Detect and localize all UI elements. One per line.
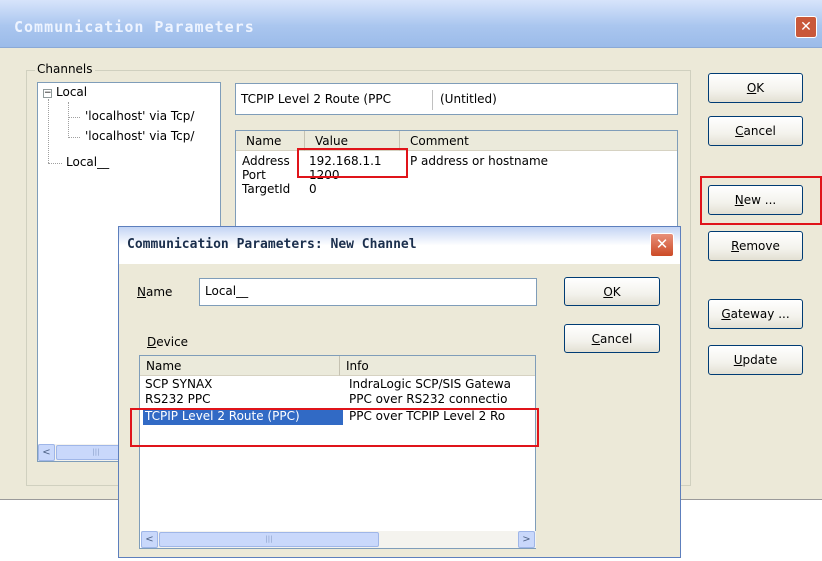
remove-button[interactable]: Remove	[708, 231, 803, 261]
device-info: IndraLogic SCP/SIS Gatewa	[349, 377, 511, 391]
tree-item-local[interactable]: Local	[56, 85, 87, 99]
device-label: Device	[147, 335, 189, 349]
param-name: Address	[242, 154, 290, 168]
address-highlight-box	[297, 148, 408, 178]
device-info: PPC over RS232 connectio	[349, 392, 508, 406]
device-row-highlight-box	[130, 408, 539, 447]
update-button[interactable]: Update	[708, 345, 803, 375]
new-channel-dialog: Communication Parameters: New Channel ✕ …	[118, 226, 681, 558]
tree-connector	[68, 137, 80, 138]
scroll-right-button[interactable]: >	[518, 531, 535, 548]
dialog-cancel-button[interactable]: Cancel	[564, 324, 660, 353]
dialog-title-bar[interactable]: Communication Parameters: New Channel ✕	[119, 227, 680, 264]
selected-device-field: TCPIP Level 2 Route (PPC (Untitled)	[235, 83, 678, 115]
param-comment: P address or hostname	[410, 154, 549, 168]
dialog-title: Communication Parameters: New Channel	[127, 237, 417, 252]
scroll-left-button[interactable]: <	[141, 531, 158, 548]
tree-collapse-icon[interactable]: −	[43, 89, 52, 98]
channel-name-value: Local__	[205, 284, 249, 298]
chevron-right-icon: >	[522, 534, 531, 545]
scroll-thumb[interactable]: |||	[159, 532, 379, 547]
channel-name-text: (Untitled)	[440, 92, 497, 106]
chevron-left-icon: <	[145, 534, 154, 545]
tree-connector	[68, 117, 80, 118]
new-button-highlight-box	[700, 176, 822, 225]
channel-name-input[interactable]: Local__	[199, 278, 537, 306]
device-name: SCP SYNAX	[145, 377, 213, 391]
name-label: Name	[137, 285, 173, 299]
channels-label: Channels	[35, 62, 95, 76]
device-column-header-info[interactable]: Info	[340, 356, 535, 376]
device-row[interactable]: SCP SYNAX IndraLogic SCP/SIS Gatewa	[142, 377, 535, 392]
device-name-text: TCPIP Level 2 Route (PPC	[241, 92, 391, 106]
tree-item-local-new[interactable]: Local__	[66, 155, 109, 169]
tree-item-localhost-1[interactable]: 'localhost' via Tcp/	[85, 109, 194, 123]
scroll-left-button[interactable]: <	[38, 444, 55, 461]
device-list[interactable]: Name Info SCP SYNAX IndraLogic SCP/SIS G…	[139, 355, 536, 549]
device-list-horizontal-scrollbar[interactable]: < ||| >	[141, 531, 536, 548]
device-column-header-name[interactable]: Name	[140, 356, 340, 376]
param-name: TargetId	[242, 182, 291, 196]
param-name: Port	[242, 168, 266, 182]
tree-item-localhost-2[interactable]: 'localhost' via Tcp/	[85, 129, 194, 143]
tree-connector	[68, 102, 69, 136]
field-divider	[432, 90, 433, 110]
param-value[interactable]: 0	[309, 182, 317, 196]
column-header-name[interactable]: Name	[236, 131, 305, 151]
tree-connector	[48, 163, 62, 164]
dialog-ok-button[interactable]: OK	[564, 277, 660, 306]
device-name: RS232 PPC	[145, 392, 211, 406]
main-window-title: Communication Parameters	[14, 18, 255, 36]
close-icon: ✕	[800, 19, 812, 35]
chevron-left-icon: <	[42, 447, 51, 458]
dialog-close-button[interactable]: ✕	[650, 233, 674, 257]
cancel-button[interactable]: Cancel	[708, 116, 803, 146]
ok-button[interactable]: OK	[708, 73, 803, 103]
gateway-button[interactable]: Gateway ...	[708, 299, 803, 329]
main-title-bar[interactable]: Communication Parameters ✕	[0, 0, 822, 48]
device-row[interactable]: RS232 PPC PPC over RS232 connectio	[142, 392, 535, 407]
tree-connector	[48, 99, 49, 163]
main-close-button[interactable]: ✕	[795, 16, 817, 38]
column-header-comment[interactable]: Comment	[400, 131, 677, 151]
close-icon: ✕	[655, 235, 669, 253]
